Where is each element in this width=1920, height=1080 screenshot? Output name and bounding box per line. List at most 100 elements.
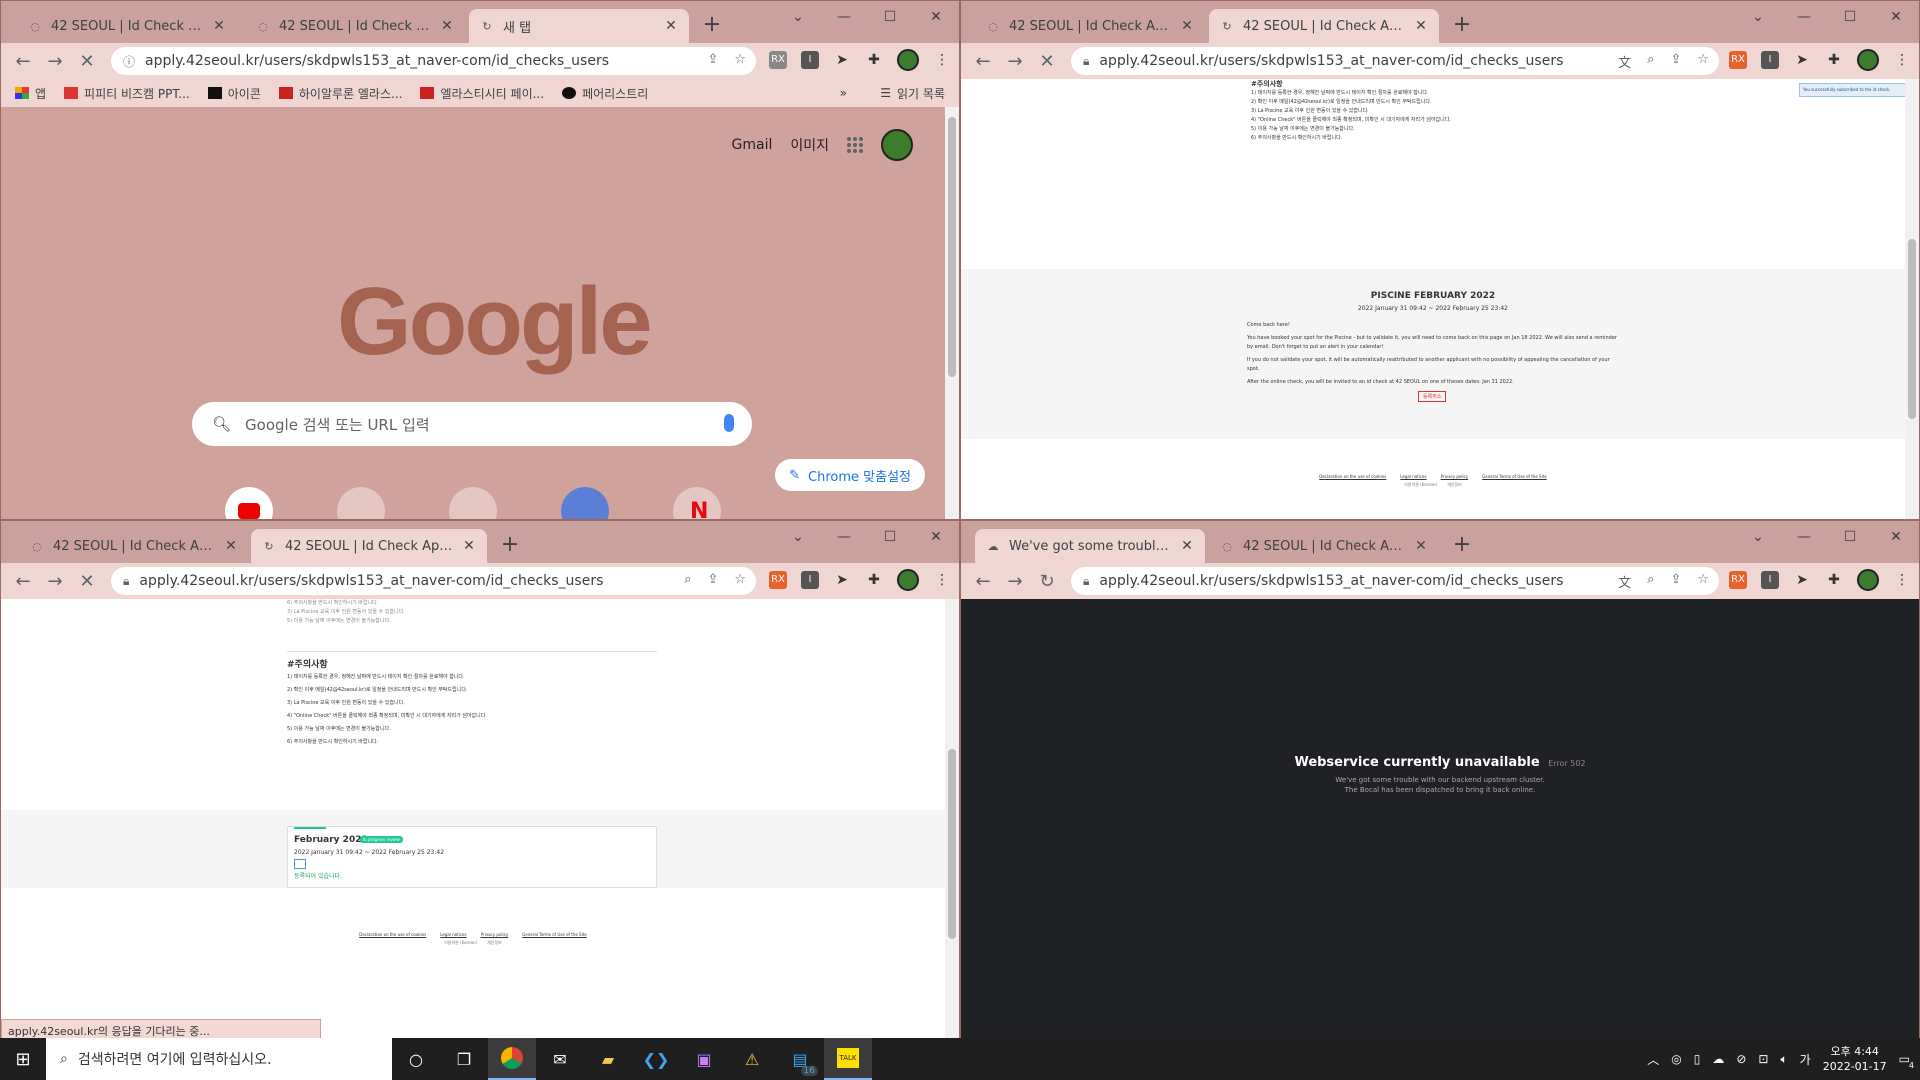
customize-chrome-button[interactable]: ✎ Chrome 맞춤설정 [775,459,925,491]
shortcut-youtube[interactable] [225,487,273,519]
new-tab-button[interactable]: + [1449,533,1475,559]
menu-dots-icon[interactable]: ⋮ [933,571,951,589]
stop-icon[interactable]: ✕ [1031,51,1063,72]
address-bar[interactable]: 🔒︎ apply.42seoul.kr/users/skdpwls153_at_… [111,567,756,595]
footer-link-terms[interactable]: General Terms of Use of the Site [1482,474,1547,479]
tray-app-icon[interactable]: ◎ [1671,1052,1681,1066]
zoom-icon[interactable]: ⌕ [1647,572,1654,591]
address-bar[interactable]: 🔒︎ apply.42seoul.kr/users/skdpwls153_at_… [1071,567,1719,595]
maximize-icon[interactable]: ☐ [867,3,913,31]
notification-icon[interactable]: ▭ 4 [1899,1052,1914,1070]
share-icon[interactable]: ⇪ [707,52,718,67]
footer-link-cookies[interactable]: Declaration on the use of cookies [1319,474,1386,479]
close-icon[interactable]: ✕ [211,18,227,34]
tab-42seoul-1[interactable]: ◌ 42 SEOUL | Id Check Applican ✕ [17,9,237,43]
onedrive-icon[interactable]: ☁ [1712,1052,1724,1066]
more-bookmarks-icon[interactable]: » [840,86,847,100]
bookmark-star-icon[interactable]: ☆ [1697,52,1709,71]
extension-rx-icon[interactable]: RX [769,51,787,69]
tab-search-icon[interactable]: ⌄ [1735,523,1781,551]
vscode-icon[interactable]: ❮❯ [632,1038,680,1080]
extension-rx-icon[interactable]: RX [1729,51,1747,69]
shortcut-opgg[interactable] [561,487,609,519]
puzzle-icon[interactable]: ✚ [1825,51,1843,69]
tray-app-icon-2[interactable]: ▯ [1694,1052,1701,1066]
profile-avatar[interactable] [1857,49,1879,71]
close-icon[interactable]: ✕ [1413,538,1429,554]
file-explorer-icon[interactable]: ▰ [584,1038,632,1080]
bookmark-star-icon[interactable]: ☆ [1697,572,1709,591]
close-window-icon[interactable]: ✕ [1873,3,1919,31]
tab-error-502[interactable]: ☁ We've got some trouble | 502 · ✕ [975,529,1205,563]
footer-link-privacy[interactable]: Privacy policy [1441,474,1469,479]
footer-link-terms[interactable]: General Terms of Use of the Site [522,932,587,937]
profile-avatar[interactable] [897,49,919,71]
puzzle-icon[interactable]: ✚ [865,51,883,69]
tab-42seoul-2[interactable]: ◌ 42 SEOUL | Id Check Applican ✕ [245,9,465,43]
scrollbar[interactable] [945,599,959,1039]
new-tab-button[interactable]: + [497,533,523,559]
shortcut-2[interactable] [337,487,385,519]
cursor-extension-icon[interactable]: ➤ [1793,51,1811,69]
tab-search-icon[interactable]: ⌄ [775,523,821,551]
stop-icon[interactable]: ✕ [71,571,103,592]
back-icon[interactable]: ← [7,51,39,72]
footer-link-privacy[interactable]: Privacy policy [481,932,509,937]
maximize-icon[interactable]: ☐ [867,523,913,551]
close-icon[interactable]: ✕ [461,538,477,554]
ime-icon[interactable]: 가 [1800,1051,1811,1068]
forward-icon[interactable]: → [39,571,71,592]
bookmark-star-icon[interactable]: ☆ [734,52,746,67]
reload-icon[interactable]: ↻ [1031,571,1063,592]
scrollbar[interactable] [1905,79,1919,519]
share-icon[interactable]: ⇪ [1670,52,1681,71]
new-tab-button[interactable]: + [699,13,725,39]
extension-i-icon[interactable]: I [1761,51,1779,69]
menu-dots-icon[interactable]: ⋮ [933,51,951,69]
shortcut-3[interactable] [449,487,497,519]
images-link[interactable]: 이미지 [790,135,829,155]
bookmark-ppt[interactable]: 피피티 비즈캠 PPT... [64,85,190,102]
scrollbar[interactable] [945,107,959,519]
tab-42seoul-1[interactable]: ◌ 42 SEOUL | Id Check Applicants ✕ [975,9,1205,43]
close-window-icon[interactable]: ✕ [913,523,959,551]
cortana-icon[interactable]: ○ [392,1038,440,1080]
chevron-up-icon[interactable]: ︿ [1647,1051,1659,1068]
zoom-icon[interactable]: ⌕ [1647,52,1654,71]
address-bar[interactable]: ⓘ apply.42seoul.kr/users/skdpwls153_at_n… [111,47,756,75]
footer-link-cookies[interactable]: Declaration on the use of cookies [359,932,426,937]
volume-icon[interactable]: 🔈︎ [1780,1052,1787,1067]
translate-icon[interactable]: 文 [1618,52,1631,71]
maximize-icon[interactable]: ☐ [1827,3,1873,31]
close-icon[interactable]: ✕ [1179,18,1195,34]
back-icon[interactable]: ← [967,51,999,72]
footer-link-kr-terms[interactable]: 이용약관 (Korean) [1404,482,1437,488]
footer-link-kr-privacy[interactable]: 개인정보 [487,940,502,946]
bookmark-icons[interactable]: 아이콘 [207,85,261,102]
menu-dots-icon[interactable]: ⋮ [1893,571,1911,589]
reading-list[interactable]: ☰ 읽기 목록 [880,85,945,102]
forward-icon[interactable]: → [999,571,1031,592]
maximize-icon[interactable]: ☐ [1827,523,1873,551]
close-icon[interactable]: ✕ [223,538,239,554]
profile-avatar[interactable] [897,569,919,591]
microphone-icon[interactable] [724,414,734,432]
calendar-icon[interactable]: ▤ 16 [776,1038,824,1080]
close-icon[interactable]: ✕ [663,18,679,34]
footer-link-legal[interactable]: Legal notices [1400,474,1426,479]
extension-i-icon[interactable]: I [801,51,819,69]
forward-icon[interactable]: → [999,51,1031,72]
checkbox-icon[interactable] [294,859,306,869]
extension-rx-icon[interactable]: RX [769,571,787,589]
task-view-icon[interactable]: ❐ [440,1038,488,1080]
footer-link-kr-privacy[interactable]: 개인정보 [1447,482,1462,488]
address-bar[interactable]: 🔒︎ apply.42seoul.kr/users/skdpwls153_at_… [1071,47,1719,75]
new-tab-button[interactable]: + [1449,13,1475,39]
profile-avatar[interactable] [881,129,913,161]
google-apps-icon[interactable] [847,137,863,153]
share-icon[interactable]: ⇪ [1670,572,1681,591]
minimize-icon[interactable]: — [821,523,867,551]
back-icon[interactable]: ← [7,571,39,592]
google-search-box[interactable]: 🔍︎ Google 검색 또는 URL 입력 [192,402,752,446]
bookmark-apps[interactable]: 앱 [15,85,46,102]
